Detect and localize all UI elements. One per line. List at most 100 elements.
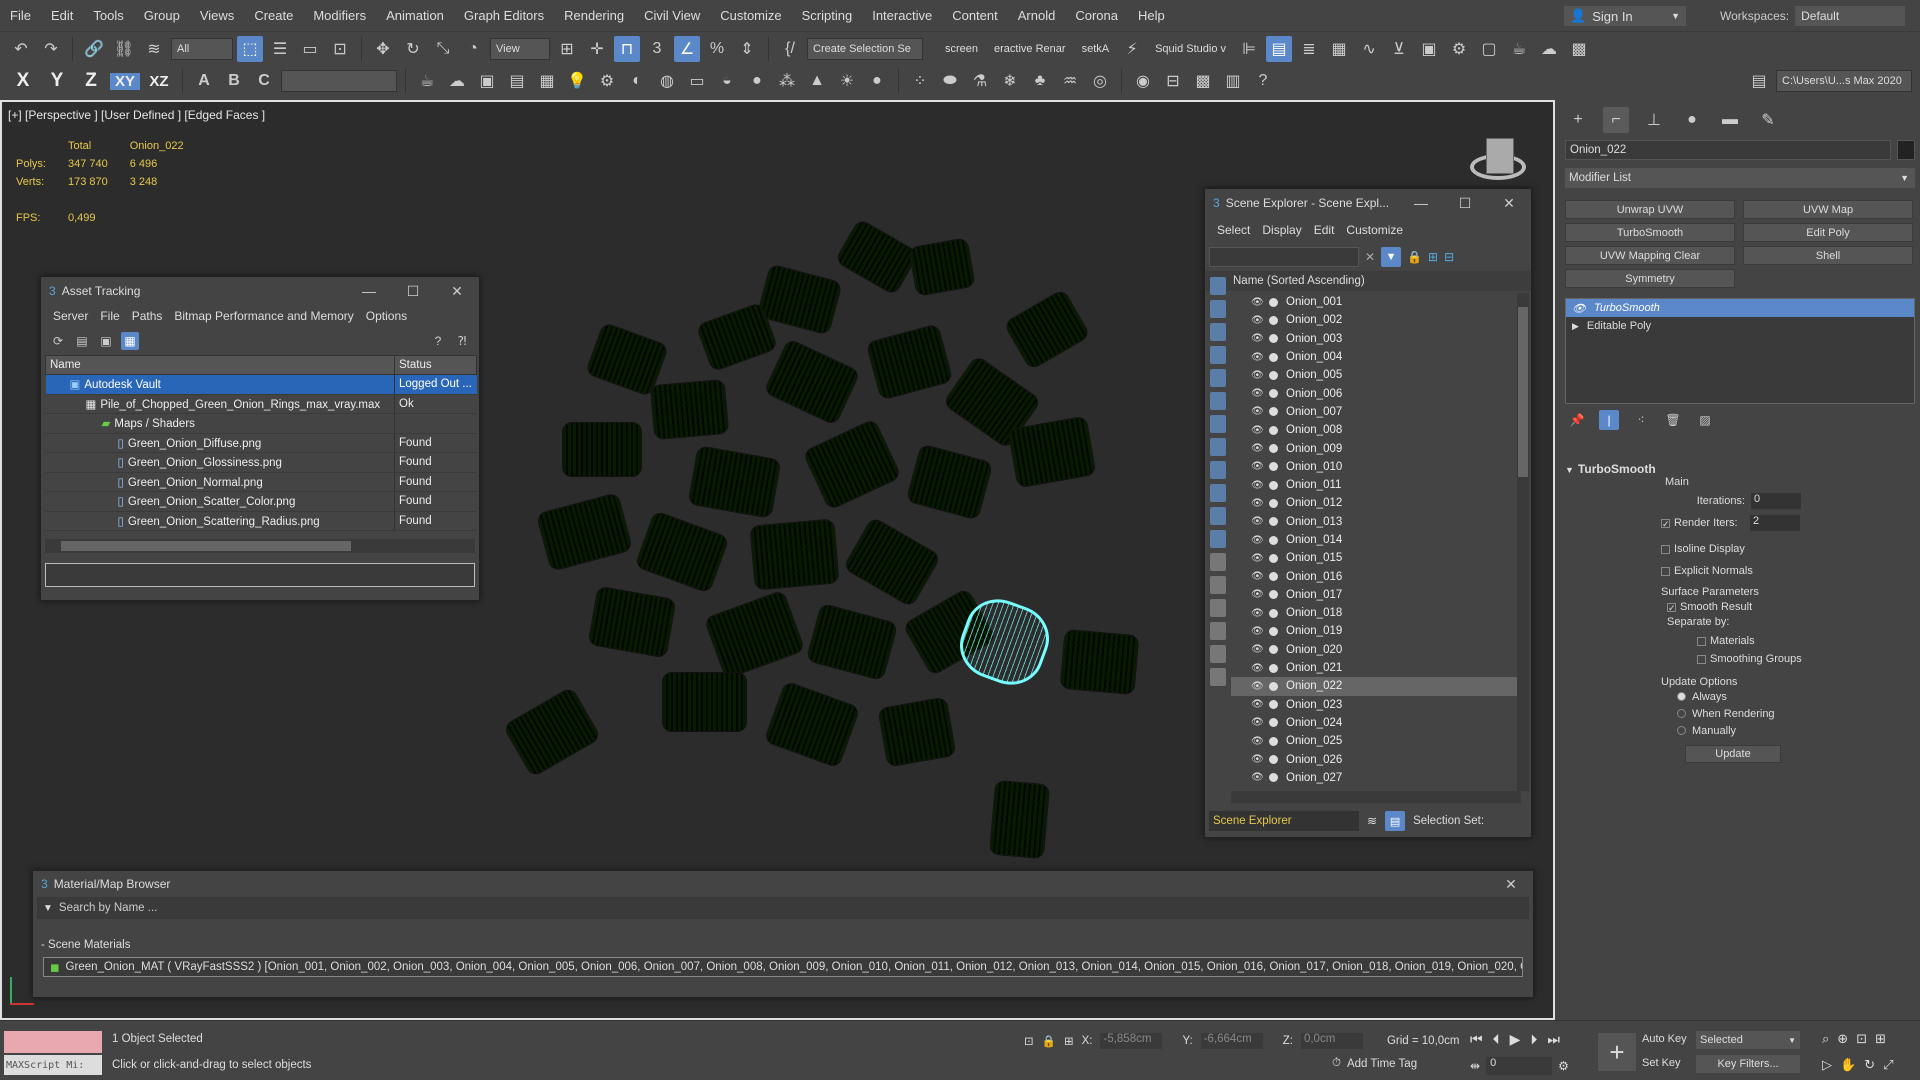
scene-list-item[interactable]: 👁 Onion_025 <box>1231 732 1527 750</box>
object-dot-icon[interactable] <box>1269 663 1278 673</box>
table-row[interactable]: ▯ Green_Onion_Normal.png Found <box>45 472 477 492</box>
hierarchy-icon[interactable]: ⊞ <box>1428 250 1438 264</box>
time-tag[interactable]: ⏱ Add Time Tag <box>1332 1057 1417 1070</box>
object-dot-icon[interactable] <box>1269 626 1278 636</box>
filter-icon[interactable]: ▼ <box>1381 247 1402 267</box>
asset-menu-file[interactable]: File <box>94 309 125 323</box>
schematic-view-icon[interactable]: ⊻ <box>1386 36 1412 62</box>
text-c-icon[interactable]: C <box>251 68 277 94</box>
selection-lock-icon[interactable]: 🔒 <box>1042 1034 1056 1048</box>
object-dot-icon[interactable] <box>1269 718 1278 728</box>
object-dot-icon[interactable] <box>1269 681 1278 691</box>
display-all-icon[interactable] <box>1210 553 1226 571</box>
zoom-extents-all-icon[interactable]: ⊞ <box>1875 1031 1886 1047</box>
zoom-extents-icon[interactable]: ⊡ <box>1856 1031 1867 1047</box>
render-online-icon[interactable]: ▩ <box>1566 36 1592 62</box>
modifier-list-dropdown[interactable]: Modifier List ▼ <box>1565 168 1915 188</box>
object-dot-icon[interactable] <box>1269 462 1278 472</box>
eye-icon[interactable]: 👁 <box>1251 461 1265 472</box>
isolate-icon[interactable]: ⊡ <box>1024 1034 1034 1048</box>
hierarchy-tab-icon[interactable]: ⊥ <box>1641 107 1667 133</box>
eye-icon[interactable]: 👁 <box>1251 315 1265 326</box>
sphere-icon[interactable]: ● <box>744 68 770 94</box>
rendered-frame-icon[interactable]: ▢ <box>1476 36 1502 62</box>
snap-dropdown[interactable] <box>281 70 397 92</box>
next-frame-icon[interactable]: ⏵ <box>1530 1031 1537 1048</box>
cone-icon[interactable]: ▲ <box>804 68 830 94</box>
eye-icon[interactable]: 👁 <box>1251 681 1265 692</box>
column-name[interactable]: Name <box>45 355 395 375</box>
reference-coord-dropdown[interactable]: View <box>490 38 550 60</box>
menu-interactive[interactable]: Interactive <box>862 8 942 23</box>
eye-icon[interactable]: 👁 <box>1251 516 1265 527</box>
list-view-icon[interactable]: ▤ <box>73 332 91 350</box>
display-spacewarps-icon[interactable] <box>1210 392 1226 410</box>
scene-column-header[interactable]: Name (Sorted Ascending) <box>1205 271 1531 291</box>
menu-help[interactable]: Help <box>1128 8 1175 23</box>
percent-snap-icon[interactable]: % <box>704 36 730 62</box>
scene-list-item[interactable]: 👁 Onion_009 <box>1231 439 1527 457</box>
configure-sets-icon[interactable]: ▨ <box>1695 410 1715 430</box>
named-selection-icon[interactable]: {/ <box>777 36 803 62</box>
smoothing-groups-checkbox[interactable] <box>1697 654 1706 664</box>
table-row[interactable]: ▯ Green_Onion_Glossiness.png Found <box>45 452 477 473</box>
menu-views[interactable]: Views <box>190 8 244 23</box>
minimize-icon[interactable]: — <box>347 283 391 300</box>
flask-icon[interactable]: ⚗ <box>967 68 993 94</box>
pan-icon[interactable]: ✋ <box>1840 1057 1856 1073</box>
zoom-all-icon[interactable]: ⊕ <box>1837 1031 1848 1047</box>
z-coordinate-field[interactable]: 0,0cm <box>1300 1033 1363 1049</box>
go-to-start-icon[interactable]: ⏮ <box>1470 1031 1483 1048</box>
hair-icon[interactable]: ♒ <box>1057 68 1083 94</box>
scene-list-item[interactable]: 👁 Onion_013 <box>1231 513 1527 531</box>
search-by-name-input[interactable]: Search by Name ... <box>59 902 157 914</box>
eye-icon[interactable]: 👁 <box>1251 388 1265 399</box>
table-view-icon[interactable]: ▦ <box>121 332 139 350</box>
object-dot-icon[interactable] <box>1269 444 1278 454</box>
selection-filter-dropdown[interactable]: All <box>171 38 233 60</box>
explicit-normals-checkbox[interactable] <box>1661 566 1670 576</box>
context-help-icon[interactable]: ⁈ <box>453 332 471 350</box>
stack-item-turbosmooth[interactable]: 👁 TurboSmooth <box>1566 299 1914 317</box>
settings-icon[interactable]: ▥ <box>1220 68 1246 94</box>
spinner-snap-icon[interactable]: ⇕ <box>734 36 760 62</box>
eye-icon[interactable]: 👁 <box>1251 535 1265 546</box>
table-row[interactable]: ▯ Green_Onion_Scattering_Radius.png Found <box>45 511 477 531</box>
eye-icon[interactable]: 👁 <box>1251 498 1265 509</box>
render-setup-icon[interactable]: ⚙ <box>1446 36 1472 62</box>
moon-icon[interactable]: ● <box>864 68 890 94</box>
axis-x-button[interactable]: X <box>8 70 38 92</box>
angle-snap-icon[interactable]: ∠ <box>674 36 700 62</box>
vertical-scrollbar[interactable] <box>1517 293 1529 791</box>
table-row[interactable]: ▯ Green_Onion_Diffuse.png Found <box>45 433 477 453</box>
fur-icon[interactable]: ⁂ <box>774 68 800 94</box>
scene-list-item[interactable]: 👁 Onion_022 <box>1231 677 1527 696</box>
eye-icon[interactable]: 👁 <box>1251 644 1265 655</box>
project-path-dropdown[interactable]: C:\Users\U...s Max 2020 <box>1776 70 1912 92</box>
eye-icon[interactable]: 👁 <box>1251 589 1265 600</box>
snowflake-icon[interactable]: ❄ <box>997 68 1023 94</box>
object-dot-icon[interactable] <box>1269 517 1278 527</box>
eye-icon[interactable]: 👁 <box>1251 480 1265 491</box>
interactive-render-button[interactable]: eractive Renar <box>988 43 1072 55</box>
scene-materials-header[interactable]: - Scene Materials <box>33 935 1533 955</box>
shell-button[interactable]: Shell <box>1743 246 1913 265</box>
menu-tools[interactable]: Tools <box>83 8 133 23</box>
uvw-map-button[interactable]: UVW Map <box>1743 200 1913 219</box>
asset-menu-paths[interactable]: Paths <box>126 309 169 323</box>
eye-icon[interactable]: 👁 <box>1251 406 1265 417</box>
table-row[interactable]: ▰ Maps / Shaders <box>45 413 477 434</box>
object-dot-icon[interactable] <box>1269 334 1278 344</box>
previous-frame-icon[interactable]: ⏴ <box>1493 1031 1500 1048</box>
display-containers-icon[interactable] <box>1210 484 1226 502</box>
scene-list-item[interactable]: 👁 Onion_006 <box>1231 384 1527 402</box>
create-selection-set-dropdown[interactable]: Create Selection Se <box>807 38 923 60</box>
lock-icon[interactable]: 🔒 <box>1407 250 1422 264</box>
minimize-icon[interactable]: — <box>1399 195 1443 212</box>
project-folder-icon[interactable]: ▤ <box>1746 68 1772 94</box>
render-region-icon[interactable]: ⊟ <box>1160 68 1186 94</box>
horizontal-scrollbar[interactable] <box>45 539 475 553</box>
display-lights-icon[interactable] <box>1210 323 1226 341</box>
unlink-icon[interactable]: ⛓ <box>111 36 137 62</box>
menu-edit[interactable]: Edit <box>41 8 83 23</box>
